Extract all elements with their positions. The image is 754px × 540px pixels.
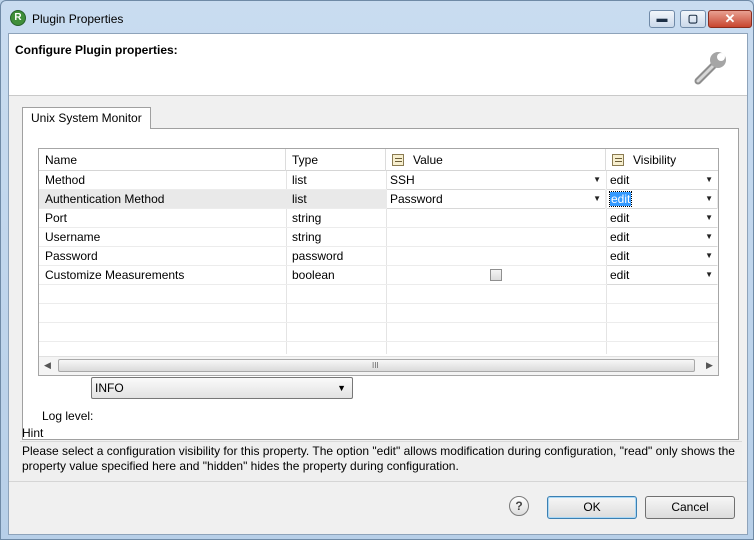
value-combo-text: SSH xyxy=(390,173,415,187)
empty-row xyxy=(39,304,718,323)
ok-button[interactable]: OK xyxy=(547,496,637,519)
column-header-type[interactable]: Type xyxy=(286,149,386,171)
chevron-down-icon[interactable]: ▼ xyxy=(705,228,713,246)
cell-value[interactable] xyxy=(386,209,606,228)
table-row[interactable]: Password password edit ▼ xyxy=(39,247,718,266)
chevron-down-icon[interactable]: ▼ xyxy=(593,171,601,189)
boolean-checkbox[interactable] xyxy=(490,269,502,281)
value-combo[interactable]: SSH ▼ xyxy=(387,171,605,190)
table-row[interactable]: Port string edit ▼ xyxy=(39,209,718,228)
visibility-combo[interactable]: edit ▼ xyxy=(607,171,717,190)
visibility-combo-text-selected[interactable]: edit xyxy=(608,191,633,207)
chevron-down-icon[interactable]: ▼ xyxy=(705,247,713,265)
visibility-combo-text: edit xyxy=(610,211,630,225)
hint-box: Please select a configuration visibility… xyxy=(20,441,742,481)
visibility-combo-text: edit xyxy=(610,173,630,187)
window-title: Plugin Properties xyxy=(32,12,124,26)
cell-name: Method xyxy=(45,173,86,187)
table-header: Name Type Value Visibility xyxy=(39,149,718,171)
cell-name: Username xyxy=(45,230,101,244)
chevron-down-icon[interactable]: ▼ xyxy=(337,378,346,398)
hint-title: Hint xyxy=(22,426,44,440)
scroll-grip-icon: III xyxy=(372,361,379,370)
table-row-selected[interactable]: Authentication Method list Password ▼ edi… xyxy=(39,190,718,209)
log-level-label: Log level: xyxy=(42,409,94,423)
page-title: Configure Plugin properties: xyxy=(15,43,178,57)
column-header-name[interactable]: Name xyxy=(39,149,286,171)
chevron-down-icon[interactable]: ▼ xyxy=(705,190,713,208)
column-header-value[interactable]: Value xyxy=(386,149,606,171)
cell-name: Customize Measurements xyxy=(45,268,185,282)
chevron-down-icon[interactable]: ▼ xyxy=(593,190,601,208)
column-header-visibility[interactable]: Visibility xyxy=(606,149,718,171)
column-header-visibility-label: Visibility xyxy=(633,153,677,167)
table-row[interactable]: Method list SSH ▼ edit ▼ xyxy=(39,171,718,190)
empty-row xyxy=(39,285,718,304)
cell-type: password xyxy=(292,249,344,263)
close-button[interactable]: ✕ xyxy=(708,10,752,28)
close-icon: ✕ xyxy=(724,11,736,26)
cell-type: list xyxy=(292,173,307,187)
chevron-down-icon[interactable]: ▼ xyxy=(705,171,713,189)
help-icon[interactable]: ? xyxy=(509,496,529,516)
header-area: Configure Plugin properties: xyxy=(9,34,747,96)
app-logo-icon: R xyxy=(10,10,26,26)
divider xyxy=(9,481,747,482)
cell-name: Authentication Method xyxy=(45,192,165,206)
cell-name: Password xyxy=(45,249,98,263)
cancel-button[interactable]: Cancel xyxy=(645,496,735,519)
empty-row xyxy=(39,323,718,342)
table-row[interactable]: Customize Measurements boolean edit ▼ xyxy=(39,266,718,285)
cell-type: string xyxy=(292,230,322,244)
value-combo-text: Password xyxy=(390,192,443,206)
log-level-value: INFO xyxy=(95,381,124,395)
maximize-button[interactable]: ▢ xyxy=(680,10,706,28)
visibility-combo[interactable]: edit ▼ xyxy=(607,247,717,266)
visibility-combo-text: edit xyxy=(610,230,630,244)
scroll-right-icon[interactable]: ▶ xyxy=(701,357,718,374)
minimize-button[interactable]: ▬ xyxy=(649,10,675,28)
visibility-combo[interactable]: edit ▼ xyxy=(607,266,717,285)
visibility-combo-text: edit xyxy=(610,249,630,263)
editable-column-icon xyxy=(392,154,404,166)
scroll-thumb[interactable]: III xyxy=(58,359,695,372)
cell-name: Port xyxy=(45,211,68,225)
editable-column-icon xyxy=(612,154,624,166)
tab-unix-system-monitor[interactable]: Unix System Monitor xyxy=(22,107,151,129)
maximize-icon: ▢ xyxy=(687,13,699,25)
visibility-combo[interactable]: edit ▼ xyxy=(607,190,717,209)
hint-text: Please select a configuration visibility… xyxy=(22,444,735,473)
chevron-down-icon[interactable]: ▼ xyxy=(705,266,713,284)
log-level-select[interactable]: INFO ▼ xyxy=(91,377,353,399)
cell-value[interactable] xyxy=(386,228,606,247)
column-header-value-label: Value xyxy=(413,153,443,167)
horizontal-scrollbar[interactable]: ◀ III ▶ xyxy=(39,356,718,375)
wrench-icon xyxy=(694,52,726,85)
value-combo[interactable]: Password ▼ xyxy=(387,190,605,209)
visibility-combo[interactable]: edit ▼ xyxy=(607,209,717,228)
dialog-window: R Plugin Properties ▬ ▢ ✕ Configure Plug… xyxy=(0,0,754,540)
visibility-combo-text: edit xyxy=(610,268,630,282)
chevron-down-icon[interactable]: ▼ xyxy=(705,209,713,227)
visibility-combo[interactable]: edit ▼ xyxy=(607,228,717,247)
properties-table: Name Type Value Visibility Method list S… xyxy=(38,148,719,376)
scroll-left-icon[interactable]: ◀ xyxy=(39,357,56,374)
title-bar: R Plugin Properties ▬ ▢ ✕ xyxy=(1,1,753,33)
cell-type: string xyxy=(292,211,322,225)
table-row[interactable]: Username string edit ▼ xyxy=(39,228,718,247)
minimize-icon: ▬ xyxy=(656,13,668,25)
dialog-client-area: Configure Plugin properties: Unix System… xyxy=(8,33,748,535)
cell-type: list xyxy=(292,192,307,206)
cell-value[interactable] xyxy=(386,247,606,266)
cell-type: boolean xyxy=(292,268,335,282)
